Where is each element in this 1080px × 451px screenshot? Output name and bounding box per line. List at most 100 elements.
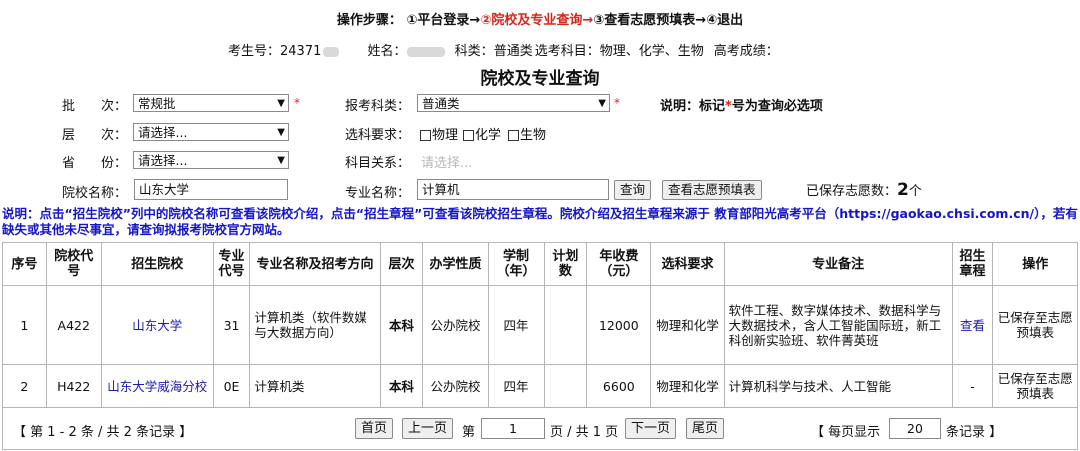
exam-no-label: 考生号： xyxy=(228,44,281,59)
category-select[interactable]: 普通类 ▼ xyxy=(417,94,610,112)
step-view-table: ③查看志愿预填表→ xyxy=(593,13,707,28)
school-link[interactable]: 山东大学 xyxy=(100,285,214,365)
redacted-name xyxy=(406,46,445,57)
note-star: * xyxy=(725,99,732,114)
category-label: 报考科类： xyxy=(345,99,411,114)
school-name-input[interactable]: 山东大学 xyxy=(134,179,288,200)
school-link[interactable]: 山东大学威海分校 xyxy=(100,364,214,408)
checkbox-icon xyxy=(463,130,474,141)
step-query: ②院校及专业查询→ xyxy=(480,13,594,28)
note-suffix: 号为查询必选项 xyxy=(731,99,823,114)
first-page-button[interactable]: 首页 xyxy=(355,418,394,439)
saved-label: 已保存志愿数： xyxy=(806,184,898,199)
required-note: 说明：标记*号为查询必选项 xyxy=(660,95,823,114)
col-header: 学制（年） xyxy=(487,242,545,286)
exam-no: 24371 xyxy=(280,44,322,59)
subject-type-label: 科类： xyxy=(454,44,494,59)
view-table-button[interactable]: 查看志愿预填表 xyxy=(662,180,762,200)
prev-page-button[interactable]: 上一页 xyxy=(402,418,454,439)
layer-select-value: 请选择... xyxy=(138,125,188,140)
plan xyxy=(543,364,588,408)
note-prefix: 说明：标记 xyxy=(660,99,726,114)
nature: 公办院校 xyxy=(422,364,489,408)
col-header: 专业备注 xyxy=(723,242,953,286)
subject-req: 物理和化学 xyxy=(650,364,725,408)
subject-chemistry-label: 化学 xyxy=(475,128,502,143)
subject-type: 普通类 xyxy=(493,44,533,59)
col-header: 院校代号 xyxy=(45,242,102,286)
province-select-value: 请选择... xyxy=(138,153,188,168)
row-no: 1 xyxy=(2,285,47,365)
school-code: H422 xyxy=(45,364,102,408)
subject-checkbox-chemistry[interactable]: 化学 xyxy=(463,124,501,143)
nature: 公办院校 xyxy=(422,285,489,365)
chevron-down-icon: ▼ xyxy=(277,155,285,166)
description-note: 说明：点击“招生院校”列中的院校名称可查看该院校介绍，点击“招生章程”可查看该院… xyxy=(2,206,1078,237)
step-exit: ④退出 xyxy=(706,13,744,28)
col-header: 序号 xyxy=(2,242,47,286)
level: 本科 xyxy=(379,364,424,408)
layer-select[interactable]: 请选择... ▼ xyxy=(133,123,289,141)
score-label: 高考成绩： xyxy=(713,44,779,59)
charter-none: - xyxy=(951,364,994,408)
major-name: 计算机类 xyxy=(249,364,381,408)
col-header: 层次 xyxy=(379,242,424,286)
step-login: ①平台登录→ xyxy=(406,13,481,28)
col-header: 计划数 xyxy=(543,242,588,286)
candidate-info: 考生号：24371 姓名： 科类：普通类 选考科目：物理、化学、生物 高考成绩： xyxy=(228,40,789,59)
redacted-exam-no xyxy=(323,46,340,57)
col-header: 专业代号 xyxy=(212,242,251,286)
category-required-mark: * xyxy=(614,96,620,110)
subject-biology-label: 生物 xyxy=(520,128,547,143)
remark: 软件工程、数字媒体技术、数据科学与大数据技术，含人工智能国际班，新工科创新实验班… xyxy=(723,285,953,365)
remark: 计算机科学与技术、人工智能 xyxy=(723,364,953,408)
years: 四年 xyxy=(487,285,545,365)
electives: 物理、化学、生物 xyxy=(599,44,704,59)
last-page-button[interactable]: 尾页 xyxy=(686,418,725,439)
subject-req: 物理和化学 xyxy=(650,285,725,365)
batch-select-value: 常规批 xyxy=(138,96,176,111)
name-label: 姓名： xyxy=(367,44,407,59)
row-no: 2 xyxy=(2,364,47,408)
page-prefix: 第 xyxy=(462,425,476,440)
action-status: 已保存至志愿预填表 xyxy=(992,285,1078,365)
checkbox-icon xyxy=(508,130,519,141)
page-number-input[interactable]: 1 xyxy=(481,418,545,439)
relation-label: 科目关系： xyxy=(345,156,411,171)
subject-physics-label: 物理 xyxy=(432,128,459,143)
major-code: 31 xyxy=(212,285,251,365)
province-label: 省 份： xyxy=(62,156,128,171)
next-page-button[interactable]: 下一页 xyxy=(625,418,677,439)
page-suffix: 页 / 共 1 页 xyxy=(550,425,619,440)
school-code: A422 xyxy=(45,285,102,365)
results-table: 序号 院校代号 招生院校 专业代号 专业名称及招考方向 层次 办学性质 学制（年… xyxy=(2,242,1078,408)
chevron-down-icon: ▼ xyxy=(277,127,285,138)
plan xyxy=(543,285,588,365)
record-total: 【 第 1 - 2 条 / 共 2 条记录 】 xyxy=(13,425,193,440)
col-header: 操作 xyxy=(992,242,1078,286)
years: 四年 xyxy=(487,364,545,408)
col-header: 专业名称及招考方向 xyxy=(249,242,381,286)
col-header: 招生院校 xyxy=(100,242,214,286)
operation-steps: 操作步骤： ①平台登录→②院校及专业查询→③查看志愿预填表→④退出 xyxy=(0,9,1080,28)
major-code: 0E xyxy=(212,364,251,408)
major-name-input[interactable]: 计算机 xyxy=(417,179,609,200)
relation-select[interactable]: 请选择... xyxy=(421,152,472,171)
col-header: 招生章程 xyxy=(951,242,994,286)
subject-checkbox-physics[interactable]: 物理 xyxy=(420,124,458,143)
province-select[interactable]: 请选择... ▼ xyxy=(133,151,289,169)
per-page-suffix: 条记录 】 xyxy=(946,425,1003,440)
per-page-prefix: 【 每页显示 xyxy=(811,425,881,440)
charter-link[interactable]: 查看 xyxy=(951,285,994,365)
query-button[interactable]: 查询 xyxy=(614,180,652,200)
pagination: 【 第 1 - 2 条 / 共 2 条记录 】 首页 上一页 第 1 页 / 共… xyxy=(2,408,1078,450)
category-select-value: 普通类 xyxy=(422,96,460,111)
saved-count: 2 xyxy=(897,180,909,200)
subject-checkbox-biology[interactable]: 生物 xyxy=(508,124,546,143)
batch-select[interactable]: 常规批 ▼ xyxy=(133,94,289,112)
per-page-input[interactable]: 20 xyxy=(889,418,941,439)
school-name-label: 院校名称： xyxy=(62,186,128,201)
table-row: 2 H422 山东大学威海分校 0E 计算机类 本科 公办院校 四年 6600 … xyxy=(2,364,1078,408)
elective-label: 选考科目： xyxy=(534,44,600,59)
table-header-row: 序号 院校代号 招生院校 专业代号 专业名称及招考方向 层次 办学性质 学制（年… xyxy=(2,242,1078,286)
